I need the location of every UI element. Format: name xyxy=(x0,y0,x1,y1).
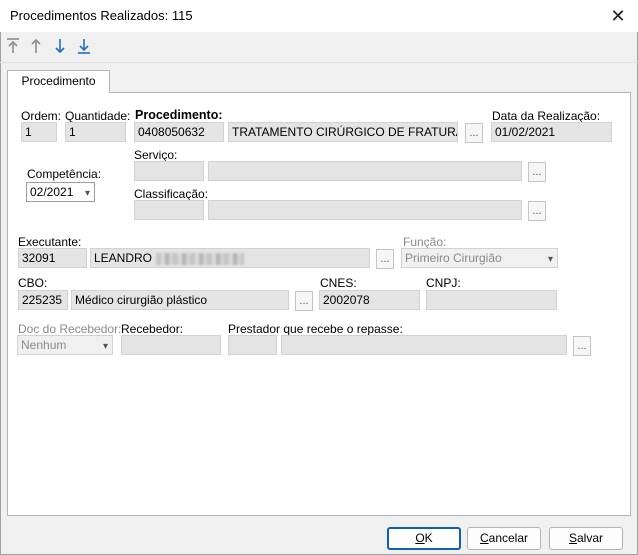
prestador-lookup-button[interactable]: ... xyxy=(573,336,591,356)
move-up-icon[interactable] xyxy=(28,37,44,55)
recebedor-field[interactable] xyxy=(121,335,221,355)
executante-lookup-button[interactable]: ... xyxy=(376,249,394,269)
salvar-button[interactable]: Salvar xyxy=(549,527,623,550)
executante-name: LEANDRO xyxy=(94,251,153,265)
executante-code-field[interactable]: 32091 xyxy=(18,248,87,268)
toolbar-separator xyxy=(0,62,638,63)
prestador-code-field[interactable] xyxy=(228,335,277,355)
cbo-lookup-button[interactable]: ... xyxy=(295,291,313,311)
procedimento-lookup-button[interactable]: ... xyxy=(465,123,483,143)
classificacao-code-field[interactable] xyxy=(134,200,204,220)
ordem-field[interactable]: 1 xyxy=(21,122,57,142)
funcao-select[interactable]: Primeiro Cirurgião ▾ xyxy=(401,248,558,268)
cnes-field[interactable]: 2002078 xyxy=(319,290,420,310)
recebedor-label: Recebedor: xyxy=(121,322,184,336)
doc-recebedor-value: Nenhum xyxy=(21,338,67,352)
cbo-description-field[interactable]: Médico cirurgião plástico xyxy=(71,290,289,310)
close-button[interactable]: ✕ xyxy=(604,4,632,28)
cnes-label: CNES: xyxy=(320,276,357,290)
chevron-down-icon: ▾ xyxy=(547,254,553,265)
quantidade-field[interactable]: 1 xyxy=(65,122,126,142)
executante-label: Executante: xyxy=(18,235,82,249)
ok-button[interactable]: OK xyxy=(387,527,461,550)
funcao-value: Primeiro Cirurgião xyxy=(405,251,502,265)
classificacao-description-field[interactable] xyxy=(208,200,522,220)
cbo-code-field[interactable]: 225235 xyxy=(18,290,68,310)
prestador-name-field[interactable] xyxy=(281,335,567,355)
cancelar-button[interactable]: Cancelar xyxy=(467,527,541,550)
data-realizacao-label: Data da Realização: xyxy=(492,109,601,123)
competencia-select[interactable]: 02/2021 ▾ xyxy=(26,182,95,202)
procedimento-description-field[interactable]: TRATAMENTO CIRÚRGICO DE FRATURA TF xyxy=(228,122,458,142)
servico-description-field[interactable] xyxy=(208,161,522,181)
competencia-label: Competência: xyxy=(27,167,102,181)
classificacao-lookup-button[interactable]: ... xyxy=(528,201,546,221)
servico-lookup-button[interactable]: ... xyxy=(528,162,546,182)
quantidade-label: Quantidade: xyxy=(65,109,131,123)
executante-name-field[interactable]: LEANDRO xyxy=(90,248,370,268)
cnpj-field[interactable] xyxy=(426,290,557,310)
funcao-label: Função: xyxy=(403,235,447,249)
move-to-bottom-icon[interactable] xyxy=(76,37,92,55)
doc-recebedor-select[interactable]: Nenhum ▾ xyxy=(17,335,113,355)
redacted-surname xyxy=(156,252,245,265)
doc-recebedor-label: Doc do Recebedor: xyxy=(18,322,122,336)
servico-code-field[interactable] xyxy=(134,161,204,181)
ordem-label: Ordem: xyxy=(21,109,62,123)
data-realizacao-field[interactable]: 01/02/2021 xyxy=(491,122,612,142)
procedimento-code-field[interactable]: 0408050632 xyxy=(134,122,224,142)
chevron-down-icon: ▾ xyxy=(84,188,90,199)
tab-procedimento[interactable]: Procedimento xyxy=(7,70,110,93)
cbo-label: CBO: xyxy=(18,276,48,290)
cnpj-label: CNPJ: xyxy=(426,276,461,290)
competencia-value: 02/2021 xyxy=(30,185,74,199)
chevron-down-icon: ▾ xyxy=(102,341,108,352)
move-to-top-icon[interactable] xyxy=(5,37,21,55)
prestador-label: Prestador que recebe o repasse: xyxy=(228,322,403,336)
move-down-icon[interactable] xyxy=(52,37,68,55)
classificacao-label: Classificação: xyxy=(134,187,209,201)
window-title: Procedimentos Realizados: 115 xyxy=(10,8,193,23)
procedimento-label: Procedimento: xyxy=(135,108,223,122)
servico-label: Serviço: xyxy=(134,148,178,162)
